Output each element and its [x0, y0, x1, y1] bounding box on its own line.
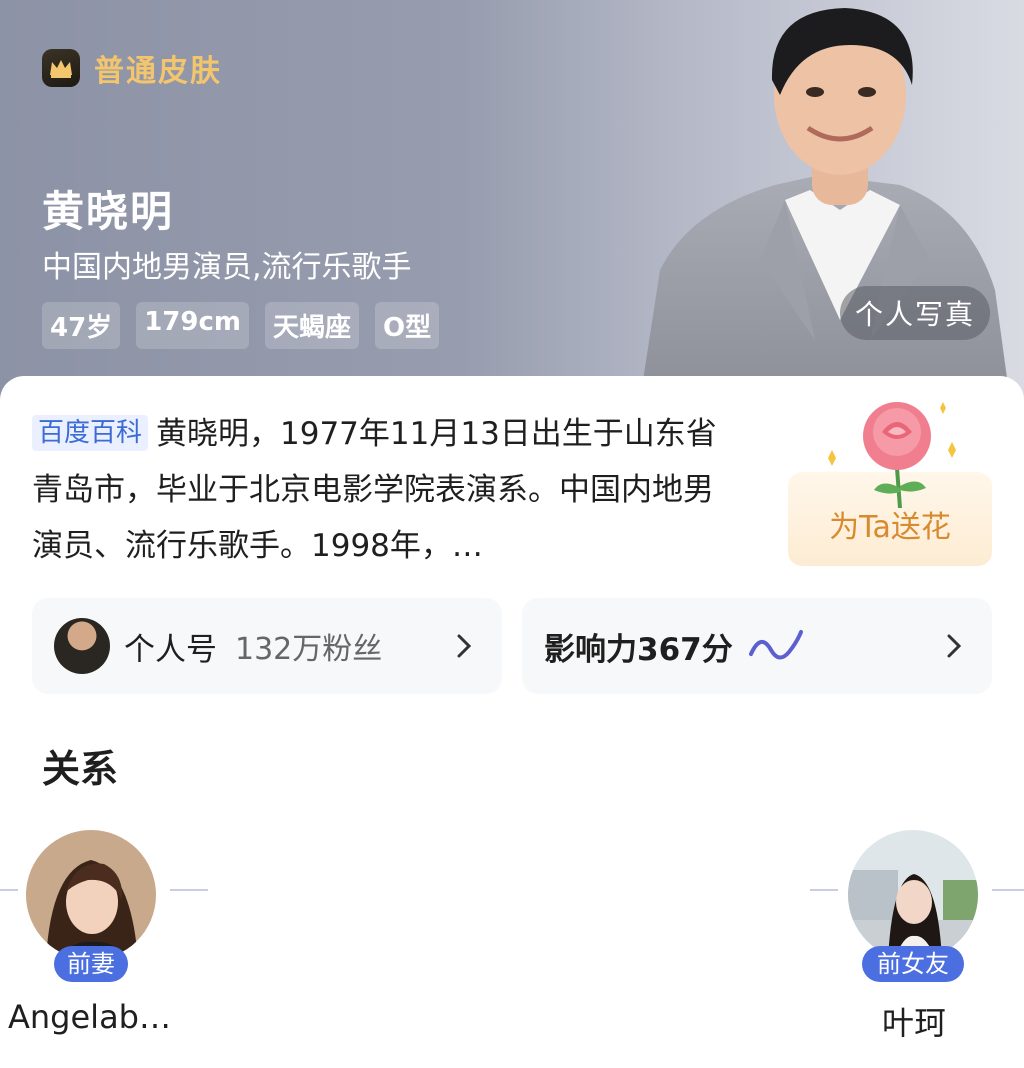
trend-wave-icon	[748, 630, 803, 660]
relation-connector	[0, 889, 18, 891]
relation-badge: 前女友	[862, 946, 964, 982]
skin-label: 普通皮肤	[94, 54, 222, 89]
celebrity-portrait[interactable]	[600, 0, 1024, 400]
profile-card: 百度百科 黄晓明，1977年11月13日出生于山东省青岛市，毕业于北京电影学院表演…	[0, 376, 1024, 1068]
personal-photos-button[interactable]: 个人写真	[840, 286, 990, 340]
fans-count: 132万粉丝	[235, 632, 383, 667]
influence-score: 影响力367分	[544, 631, 733, 668]
personal-account-entry[interactable]: 个人号 132万粉丝	[32, 598, 502, 694]
skin-switcher[interactable]: 普通皮肤	[42, 46, 222, 90]
relation-name: 叶珂	[882, 1004, 947, 1042]
tag-zodiac: 天蝎座	[264, 302, 359, 349]
tag-age: 47岁	[42, 302, 121, 349]
influence-entry[interactable]: 影响力367分	[522, 598, 992, 694]
account-label: 个人号	[124, 631, 217, 668]
chevron-right-icon	[457, 634, 472, 658]
profile-header: 普通皮肤 黄晓明 中国内地男演员,流行乐歌手 47岁 179cm 天蝎座 O型 …	[0, 0, 1024, 400]
relation-item-ex-girlfriend[interactable]: 前女友 叶珂	[848, 830, 998, 1050]
relation-badge: 前妻	[54, 946, 128, 982]
avatar	[848, 830, 978, 960]
send-flower-label: 为Ta送花	[829, 510, 951, 545]
chevron-right-icon	[947, 634, 962, 658]
baike-source-tag[interactable]: 百度百科	[32, 415, 149, 451]
avatar	[26, 830, 156, 960]
intro-paragraph[interactable]: 百度百科 黄晓明，1977年11月13日出生于山东省青岛市，毕业于北京电影学院表演…	[32, 406, 732, 574]
tag-blood-type: O型	[374, 302, 440, 349]
relations-title: 关系	[42, 747, 119, 791]
rose-icon	[828, 402, 956, 508]
relation-item-ex-wife[interactable]: 前妻 Angelab…	[8, 830, 176, 1050]
celebrity-description: 中国内地男演员,流行乐歌手	[42, 250, 412, 285]
tag-height: 179cm	[136, 302, 249, 349]
celebrity-name: 黄晓明	[42, 187, 175, 236]
crown-icon	[42, 49, 80, 87]
relation-connector	[810, 889, 838, 891]
relation-name: Angelab…	[8, 998, 171, 1036]
avatar	[54, 618, 110, 674]
info-tags: 47岁 179cm 天蝎座 O型	[42, 302, 440, 349]
